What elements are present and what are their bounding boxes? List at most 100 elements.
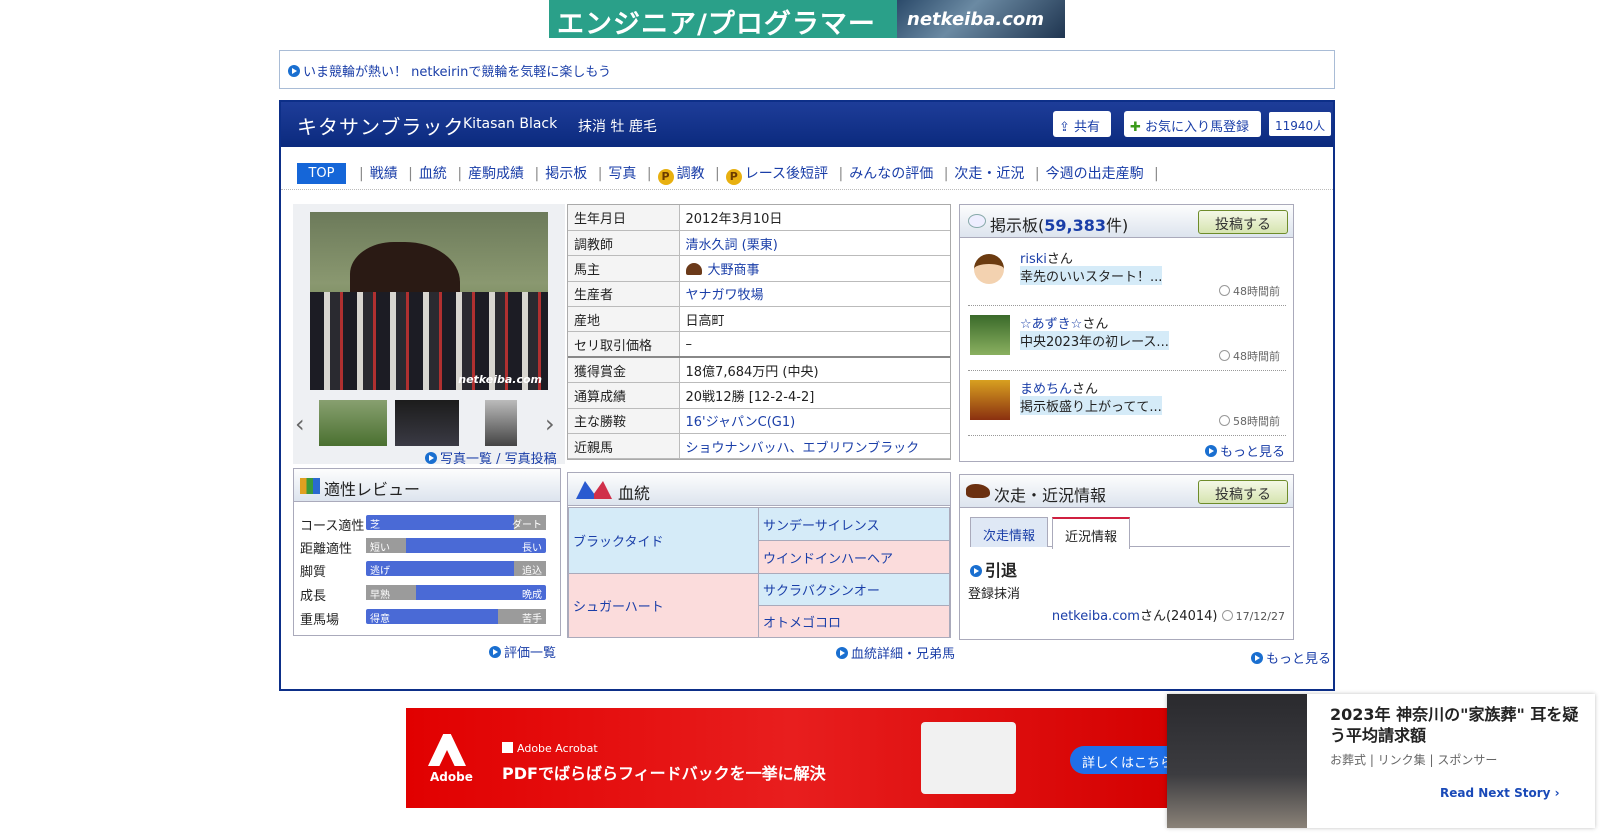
- tab-next-race[interactable]: 次走・近況: [954, 166, 1024, 182]
- profile-key: 調教師: [568, 230, 680, 257]
- pedigree-sire[interactable]: ブラックタイド: [573, 535, 663, 550]
- tab-offspring[interactable]: 産駒成績: [468, 166, 524, 182]
- tab-race-comment[interactable]: レース後短評: [745, 166, 828, 182]
- read-next-link[interactable]: Read Next Story: [1440, 786, 1550, 800]
- bar-left-label: 芝: [370, 520, 380, 531]
- pedigree-dam[interactable]: シュガーハート: [573, 600, 664, 615]
- native-ad-card[interactable]: 2023年 神奈川の"家族葬" 耳を疑う平均請求額 お葬式 | リンク集 | ス…: [1167, 694, 1595, 828]
- avatar: [970, 315, 1010, 355]
- bbs-more-link[interactable]: もっと見る: [1220, 445, 1285, 460]
- banner-logo-image: netkeiba.com: [897, 0, 1065, 38]
- ad-cta-button[interactable]: 詳しくはこちら: [1070, 746, 1176, 774]
- chevron-left-icon[interactable]: ‹: [295, 410, 305, 438]
- banner-logo: netkeiba.com: [907, 9, 1044, 30]
- review-bar: 短い 長い: [366, 538, 546, 554]
- photo-watermark: netkeiba.com: [458, 373, 542, 386]
- post-user[interactable]: まめちん: [1020, 382, 1072, 397]
- relatives-link[interactable]: ショウナンバッハ、エブリワンブラック: [686, 441, 920, 456]
- pedigree-title: 血統: [618, 484, 651, 503]
- pedigree-sire-sire[interactable]: サンデーサイレンス: [763, 519, 879, 534]
- post-message: 中央2023年の初レース...: [1020, 331, 1169, 350]
- bbs-post[interactable]: ☆あずき☆さん 中央2023年の初レース... 48時間前: [968, 307, 1286, 371]
- photo-panel: netkeiba.com ‹ › 写真一覧 / 写真投稿: [293, 204, 565, 467]
- post-user-suffix: さん: [1072, 382, 1099, 397]
- tab-photo[interactable]: 写真: [608, 166, 636, 182]
- review-bar: 逃げ 追込: [366, 561, 546, 577]
- post-button[interactable]: 投稿する: [1198, 480, 1288, 504]
- profile-table: 生年月日 2012年3月10日 調教師 清水久詞 (栗東) 馬主 大野商事 生産者 ヤナ…: [567, 204, 951, 460]
- bar-left-label: 早熟: [370, 590, 390, 601]
- post-time: 58時間前: [1233, 415, 1280, 428]
- trainer-link[interactable]: 清水久詞 (栗東): [686, 238, 778, 253]
- favorite-count: 11940人: [1269, 112, 1332, 136]
- horse-header: キタサンブラック Kitasan Black 抹消 牡 鹿毛 ⇪ 共有 ✚ お気…: [281, 102, 1333, 147]
- next-race-panel: 次走・近況情報 投稿する 次走情報 近況情報 引退 登録抹消 netkeiba.…: [959, 474, 1294, 640]
- share-icon: ⇪: [1059, 120, 1070, 135]
- review-bar: 芝 ダート: [366, 515, 546, 531]
- profile-value: 日高町: [679, 306, 950, 333]
- pedigree-sire-dam[interactable]: ウインドインハーヘア: [763, 552, 893, 567]
- tab-weekly-offspring[interactable]: 今週の出走産駒: [1046, 166, 1144, 182]
- review-more-link[interactable]: 評価一覧: [504, 646, 556, 661]
- adobe-logo-text: Adobe: [430, 770, 473, 784]
- bbs-post[interactable]: riskiさん 幸先のいいスタート！... 48時間前: [968, 242, 1286, 306]
- post-user-suffix: さん: [1046, 252, 1073, 267]
- pedigree-logo-icon: [576, 481, 612, 499]
- native-ad-title: 2023年 神奈川の"家族葬" 耳を疑う平均請求額: [1330, 705, 1579, 745]
- tab-next-info[interactable]: 次走情報: [970, 517, 1049, 547]
- profile-key: 近親馬: [568, 433, 680, 460]
- bbs-post[interactable]: まめちんさん 掲示板盛り上がってて... 58時間前: [968, 372, 1286, 436]
- pedigree-dam-dam[interactable]: オトメゴコロ: [763, 616, 841, 631]
- bar-right-label: 長い: [522, 543, 542, 554]
- post-user[interactable]: ☆あずき☆: [1020, 317, 1082, 332]
- pedigree-more-link[interactable]: 血統詳細・兄弟馬: [851, 647, 955, 662]
- breeder-link[interactable]: ヤナガワ牧場: [686, 288, 764, 303]
- tab-bbs[interactable]: 掲示板: [545, 166, 587, 182]
- bullet-icon: [489, 646, 501, 658]
- post-user-suffix: さん: [1082, 317, 1109, 332]
- next-author-link[interactable]: netkeiba.com: [1052, 609, 1140, 624]
- tab-reviews[interactable]: みんなの評価: [849, 166, 933, 182]
- chevron-right-icon[interactable]: ›: [545, 410, 555, 438]
- horse-main-panel: キタサンブラック Kitasan Black 抹消 牡 鹿毛 ⇪ 共有 ✚ お気…: [279, 100, 1335, 691]
- photo-thumbnail[interactable]: [485, 400, 517, 446]
- owner-link[interactable]: 大野商事: [708, 263, 760, 278]
- bullet-icon: [425, 452, 437, 464]
- tab-training[interactable]: 調教: [677, 166, 705, 182]
- owner-silks-icon: [685, 262, 702, 275]
- bottom-ad-banner[interactable]: Adobe Adobe Acrobat PDFでばらばらフィードバックを一挙に解…: [406, 708, 1176, 808]
- top-banner-ad[interactable]: エンジニア/プログラマー netkeiba.com: [549, 0, 1065, 38]
- tab-top[interactable]: TOP: [297, 163, 346, 184]
- tab-pedigree[interactable]: 血統: [419, 166, 447, 182]
- acrobat-icon: [502, 742, 513, 753]
- main-photo[interactable]: netkeiba.com: [310, 212, 548, 390]
- next-more-link[interactable]: もっと見る: [1266, 652, 1331, 667]
- photo-thumbnail[interactable]: [319, 400, 387, 446]
- horse-name-en: Kitasan Black: [463, 116, 558, 132]
- post-user[interactable]: riski: [1020, 252, 1047, 267]
- bar-chart-icon: [300, 478, 320, 494]
- tab-results[interactable]: 戦績: [370, 166, 398, 182]
- post-button[interactable]: 投稿する: [1198, 210, 1288, 234]
- premium-icon: P: [725, 169, 742, 185]
- pedigree-dam-sire[interactable]: サクラバクシンオー: [763, 584, 880, 599]
- bar-right-label: 苦手: [522, 614, 542, 625]
- horse-icon: [966, 484, 990, 498]
- profile-value: –: [679, 331, 950, 359]
- bullet-icon: [970, 565, 982, 577]
- bar-left-label: 得意: [370, 614, 390, 625]
- post-time: 48時間前: [1233, 350, 1280, 363]
- main-win-link[interactable]: 16'ジャパンC(G1): [686, 415, 796, 430]
- plus-icon: ✚: [1130, 120, 1141, 135]
- photo-thumbnail[interactable]: [395, 400, 459, 446]
- bbs-panel: 掲示板(59,383件) 投稿する riskiさん 幸先のいいスタート！... …: [959, 204, 1294, 462]
- tab-recent-info[interactable]: 近況情報: [1052, 517, 1131, 549]
- native-ad-image: [1167, 694, 1307, 828]
- profile-key: セリ取引価格: [568, 331, 680, 359]
- share-button[interactable]: ⇪ 共有: [1053, 111, 1111, 137]
- news-link[interactable]: いま競輪が熱い！ netkeirinで競輪を気軽に楽しもう: [303, 65, 611, 80]
- photo-list-link[interactable]: 写真一覧 / 写真投稿: [440, 452, 557, 467]
- bbs-count: 59,383: [1044, 216, 1107, 235]
- bullet-icon: [836, 647, 848, 659]
- favorite-button[interactable]: ✚ お気に入り馬登録: [1124, 111, 1261, 137]
